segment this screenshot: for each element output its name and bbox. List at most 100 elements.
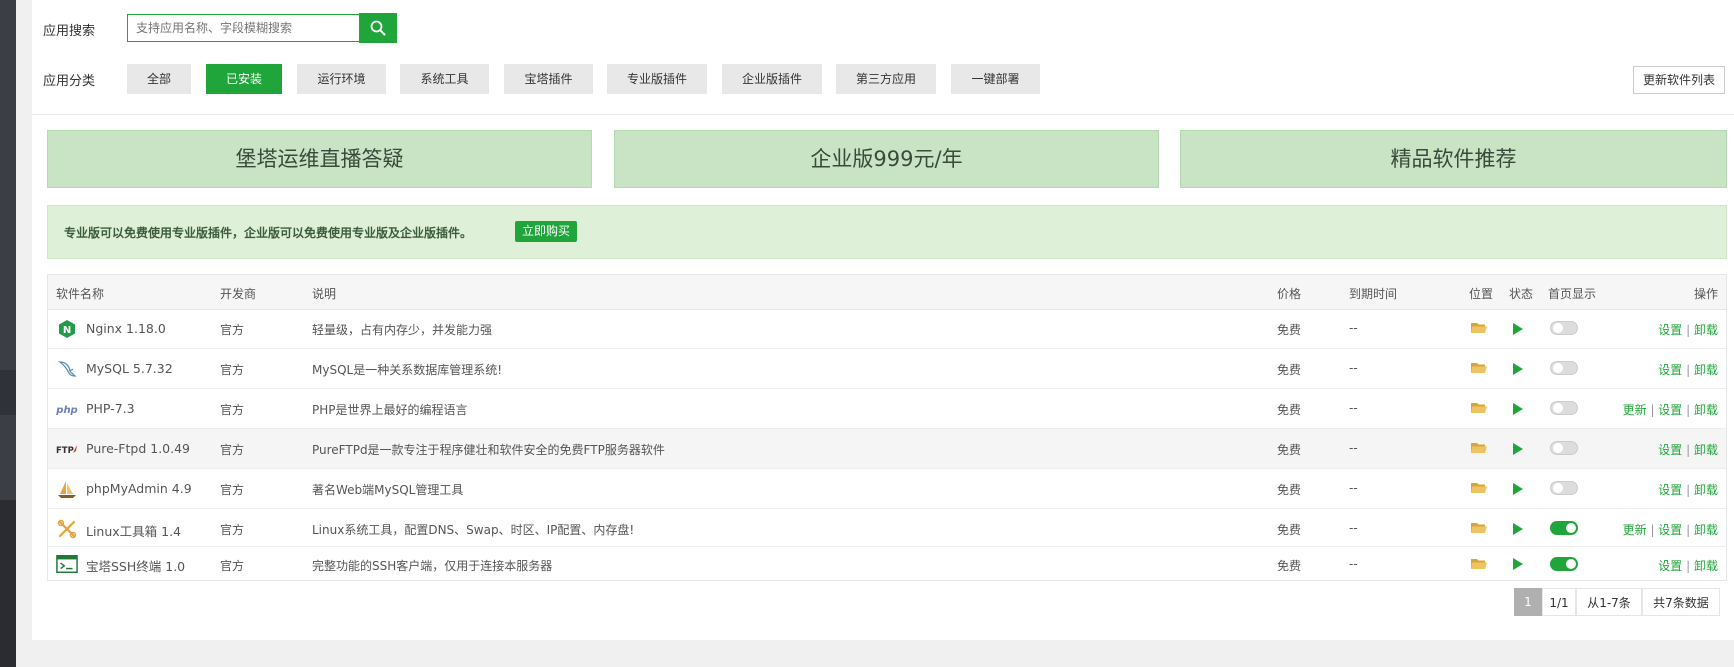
- toggle-knob: [1553, 443, 1563, 453]
- software-developer: 官方: [220, 323, 245, 337]
- start-play-icon[interactable]: [1513, 483, 1523, 498]
- settings-link[interactable]: 设置: [1658, 323, 1682, 337]
- homepage-toggle[interactable]: [1550, 557, 1578, 571]
- update-link[interactable]: 更新: [1623, 403, 1647, 417]
- uninstall-link[interactable]: 卸载: [1694, 443, 1718, 457]
- homepage-toggle[interactable]: [1550, 441, 1578, 455]
- folder-icon[interactable]: [1471, 321, 1487, 337]
- settings-link[interactable]: 设置: [1658, 403, 1682, 417]
- category-bt-plugins[interactable]: 宝塔插件: [504, 64, 593, 94]
- page-current[interactable]: 1: [1514, 588, 1542, 616]
- category-pro-plugins[interactable]: 专业版插件: [607, 64, 707, 94]
- uninstall-link[interactable]: 卸载: [1694, 403, 1718, 417]
- start-play-icon[interactable]: [1513, 323, 1523, 338]
- category-one-click-deploy[interactable]: 一键部署: [951, 64, 1040, 94]
- row-actions: 更新 | 设置 | 卸载: [1622, 523, 1718, 537]
- notice-text: 专业版可以免费使用专业版插件，企业版可以免费使用专业版及企业版插件。: [64, 226, 473, 240]
- software-developer: 官方: [220, 363, 245, 377]
- settings-link[interactable]: 设置: [1658, 559, 1682, 573]
- table-row: FTP Pure-Ftpd 1.0.49 官方 PureFTPd是一款专注于程序…: [48, 429, 1726, 469]
- category-enterprise-plugins[interactable]: 企业版插件: [722, 64, 822, 94]
- mysql-dolphin-icon: [56, 358, 78, 380]
- page-range: 从1-7条: [1576, 588, 1642, 616]
- table-header: 软件名称 开发商 说明 价格 到期时间 位置 状态 首页显示 操作: [48, 275, 1726, 310]
- software-expiry: --: [1349, 441, 1358, 455]
- update-software-list-button[interactable]: 更新软件列表: [1633, 66, 1725, 94]
- software-developer: 官方: [220, 523, 245, 537]
- homepage-toggle[interactable]: [1550, 401, 1578, 415]
- settings-link[interactable]: 设置: [1658, 523, 1682, 537]
- category-third-party[interactable]: 第三方应用: [836, 64, 936, 94]
- sidebar-shade: [0, 500, 16, 667]
- software-developer: 官方: [220, 403, 245, 417]
- homepage-toggle[interactable]: [1550, 321, 1578, 335]
- homepage-toggle[interactable]: [1550, 521, 1578, 535]
- software-expiry: --: [1349, 481, 1358, 495]
- software-name: MySQL 5.7.32: [86, 361, 173, 376]
- folder-icon[interactable]: [1471, 521, 1487, 537]
- table-row: MySQL 5.7.32 官方 MySQL是一种关系数据库管理系统! 免费 --…: [48, 349, 1726, 389]
- start-play-icon[interactable]: [1513, 558, 1523, 573]
- folder-icon[interactable]: [1471, 361, 1487, 377]
- folder-icon[interactable]: [1471, 441, 1487, 457]
- software-name: Linux工具箱 1.4: [86, 524, 182, 539]
- homepage-toggle[interactable]: [1550, 481, 1578, 495]
- settings-link[interactable]: 设置: [1658, 363, 1682, 377]
- update-link[interactable]: 更新: [1623, 523, 1647, 537]
- folder-icon[interactable]: [1471, 401, 1487, 417]
- software-expiry: --: [1349, 361, 1358, 375]
- svg-text:N: N: [63, 325, 71, 336]
- category-label: 应用分类: [43, 74, 96, 89]
- toggle-knob: [1553, 363, 1563, 373]
- uninstall-link[interactable]: 卸载: [1694, 323, 1718, 337]
- category-runtime[interactable]: 运行环境: [297, 64, 386, 94]
- software-description: 完整功能的SSH客户端，仅用于连接本服务器: [312, 559, 553, 573]
- software-expiry: --: [1349, 521, 1358, 535]
- start-play-icon[interactable]: [1513, 403, 1523, 418]
- category-installed[interactable]: 已安装: [206, 64, 282, 94]
- php-icon: php: [56, 398, 78, 420]
- start-play-icon[interactable]: [1513, 443, 1523, 458]
- software-description: MySQL是一种关系数据库管理系统!: [312, 363, 503, 377]
- folder-icon[interactable]: [1471, 481, 1487, 497]
- search-button[interactable]: [359, 13, 397, 43]
- uninstall-link[interactable]: 卸载: [1694, 483, 1718, 497]
- settings-link[interactable]: 设置: [1658, 443, 1682, 457]
- homepage-toggle[interactable]: [1550, 361, 1578, 375]
- uninstall-link[interactable]: 卸载: [1694, 363, 1718, 377]
- banner-live-qa[interactable]: 堡塔运维直播答疑: [47, 130, 592, 188]
- software-price: 免费: [1277, 559, 1302, 573]
- software-name: 宝塔SSH终端 1.0: [86, 559, 186, 574]
- header-status: 状态: [1509, 287, 1534, 301]
- uninstall-link[interactable]: 卸载: [1694, 559, 1718, 573]
- header-expiry: 到期时间: [1349, 287, 1398, 301]
- software-price: 免费: [1277, 363, 1302, 377]
- toggle-knob: [1566, 523, 1576, 533]
- buy-now-button[interactable]: 立即购买: [515, 221, 578, 242]
- phpmyadmin-sailboat-icon: [56, 478, 78, 500]
- software-expiry: --: [1349, 557, 1358, 571]
- software-description: PureFTPd是一款专注于程序健壮和软件安全的免费FTP服务器软件: [312, 443, 665, 457]
- table-row: phpMyAdmin 4.9 官方 著名Web端MySQL管理工具 免费 -- …: [48, 469, 1726, 509]
- uninstall-link[interactable]: 卸载: [1694, 523, 1718, 537]
- row-actions: 设置 | 卸载: [1658, 559, 1718, 573]
- software-price: 免费: [1277, 403, 1302, 417]
- folder-icon[interactable]: [1471, 557, 1487, 573]
- toggle-knob: [1566, 559, 1576, 569]
- category-system-tools[interactable]: 系统工具: [400, 64, 489, 94]
- start-play-icon[interactable]: [1513, 363, 1523, 378]
- category-all[interactable]: 全部: [127, 64, 191, 94]
- software-description: 著名Web端MySQL管理工具: [312, 483, 464, 497]
- software-price: 免费: [1277, 443, 1302, 457]
- settings-link[interactable]: 设置: [1658, 483, 1682, 497]
- start-play-icon[interactable]: [1513, 523, 1523, 538]
- search-input[interactable]: [127, 14, 359, 42]
- banner-enterprise-price[interactable]: 企业版999元/年: [614, 130, 1159, 188]
- software-description: 轻量级，占有内存少，并发能力强: [312, 323, 493, 337]
- banner-recommended-software[interactable]: 精品软件推荐: [1180, 130, 1727, 188]
- row-actions: 更新 | 设置 | 卸载: [1622, 403, 1718, 417]
- header-developer: 开发商: [220, 287, 257, 301]
- software-price: 免费: [1277, 523, 1302, 537]
- software-price: 免费: [1277, 323, 1302, 337]
- software-name: PHP-7.3: [86, 401, 135, 416]
